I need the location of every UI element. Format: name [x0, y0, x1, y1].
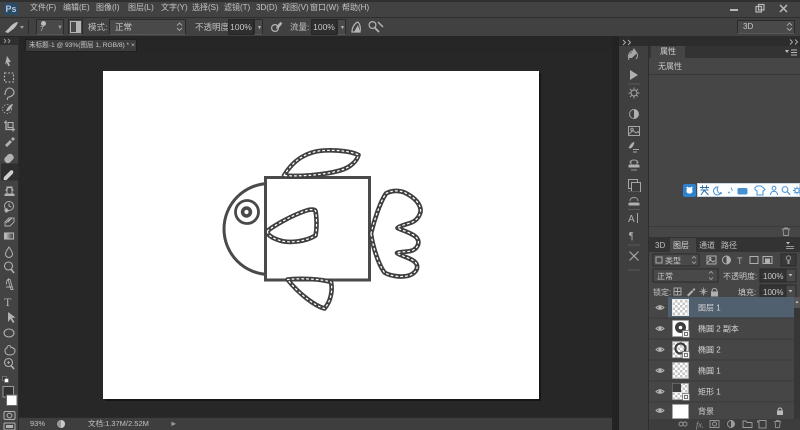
svg-text:3D: 3D: [655, 241, 665, 250]
svg-text:填充:: 填充:: [738, 287, 756, 297]
svg-text:路径: 路径: [721, 240, 737, 250]
svg-text:100%: 100%: [763, 272, 783, 281]
svg-text:T: T: [4, 295, 12, 309]
svg-text:正常: 正常: [657, 272, 673, 281]
svg-text:图层: 图层: [673, 241, 689, 250]
svg-text:图层 1: 图层 1: [698, 304, 721, 313]
svg-text:A: A: [628, 214, 635, 225]
svg-text:¶: ¶: [629, 231, 634, 242]
svg-text:椭圆 1: 椭圆 1: [698, 366, 721, 376]
svg-text:背景: 背景: [698, 406, 714, 416]
svg-text:椭圆 2 副本: 椭圆 2 副本: [698, 324, 739, 334]
svg-text:矩形 1: 矩形 1: [698, 387, 721, 397]
svg-text:锁定:: 锁定:: [653, 287, 671, 297]
svg-text:不透明度:: 不透明度:: [723, 271, 757, 281]
svg-text:T: T: [737, 256, 743, 266]
svg-text:100%: 100%: [763, 288, 783, 297]
svg-text:fx.: fx.: [696, 421, 704, 430]
svg-text:类型: 类型: [665, 256, 681, 266]
svg-text:通道: 通道: [699, 240, 715, 250]
svg-text:椭圆 2: 椭圆 2: [698, 345, 721, 355]
